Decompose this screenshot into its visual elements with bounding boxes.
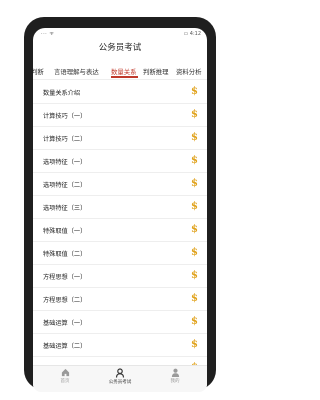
tab-quantitative[interactable]: 数量关系 xyxy=(111,67,137,76)
status-bar: ⋅⋅⋅ ᯤ ▭ 4:12 xyxy=(33,28,207,40)
list-item[interactable]: 选项特征（三） $ xyxy=(33,196,207,219)
list-item[interactable]: 基础运算（一） $ xyxy=(33,311,207,334)
list-item-label: 基础运算（一） xyxy=(43,320,87,327)
canvas: ⋅⋅⋅ ᯤ ▭ 4:12 公务员考试 判断 言语理解与表达 数量关系 判断推理 … xyxy=(0,0,240,400)
list-item[interactable]: 选项特征（一） $ xyxy=(33,150,207,173)
nav-profile-label: 我的 xyxy=(170,379,180,384)
dollar-icon: $ xyxy=(191,339,198,350)
bottom-nav: 首页 公务员考试 我的 xyxy=(33,365,207,392)
list-item-label: 计算技巧（一） xyxy=(43,113,87,120)
nav-home[interactable]: 首页 xyxy=(45,368,85,384)
home-icon xyxy=(61,368,69,377)
dollar-icon: $ xyxy=(191,293,198,304)
page-title: 公务员考试 xyxy=(98,43,142,53)
dollar-icon: $ xyxy=(191,132,198,143)
profile-icon xyxy=(171,368,179,377)
list-item[interactable]: 特殊取值（二） $ xyxy=(33,242,207,265)
list-item-label: 方程思想（一） xyxy=(43,274,87,281)
signal-icons: ⋅⋅⋅ ᯤ xyxy=(41,31,55,37)
list-item-label: 基础运算（二） xyxy=(43,343,87,350)
list-item-label: 特殊取值（二） xyxy=(43,251,87,258)
battery-time: ▭ 4:12 xyxy=(183,31,201,37)
list-item-label: 方程思想（二） xyxy=(43,297,87,304)
tab-judgment[interactable]: 判断 xyxy=(33,67,44,76)
dollar-icon: $ xyxy=(191,86,198,97)
dollar-icon: $ xyxy=(191,224,198,235)
list-item-label: 计算技巧（二） xyxy=(43,136,87,143)
list-item[interactable]: 计算技巧（二） $ xyxy=(33,127,207,150)
nav-profile[interactable]: 我的 xyxy=(155,368,195,384)
nav-home-label: 首页 xyxy=(60,379,70,384)
phone-screen: ⋅⋅⋅ ᯤ ▭ 4:12 公务员考试 判断 言语理解与表达 数量关系 判断推理 … xyxy=(33,28,207,392)
list-item[interactable]: 基础运算（二） $ xyxy=(33,334,207,357)
nav-exam[interactable]: 公务员考试 xyxy=(100,368,140,385)
list-item[interactable]: 数量关系介绍 $ xyxy=(33,81,207,104)
list-item[interactable]: 方程思想（二） $ xyxy=(33,288,207,311)
list-item-label: 选项特征（三） xyxy=(43,205,87,212)
list-item-label: 选项特征（二） xyxy=(43,182,87,189)
category-tabs: 判断 言语理解与表达 数量关系 判断推理 资料分析 xyxy=(33,65,207,80)
list-item[interactable]: 选项特征（二） $ xyxy=(33,173,207,196)
dollar-icon: $ xyxy=(191,316,198,327)
dollar-icon: $ xyxy=(191,155,198,166)
list-item-label: 特殊取值（一） xyxy=(43,228,87,235)
dollar-icon: $ xyxy=(191,178,198,189)
dollar-icon: $ xyxy=(191,247,198,258)
list-item-label: 数量关系介绍 xyxy=(43,90,81,97)
list-item-label: 选项特征（一） xyxy=(43,159,87,166)
lesson-list: 数量关系介绍 $ 计算技巧（一） $ 计算技巧（二） $ 选项特征（一） $ 选项特征（二） $ 选… xyxy=(33,81,207,380)
tab-reasoning[interactable]: 判断推理 xyxy=(143,67,169,76)
nav-exam-label: 公务员考试 xyxy=(108,380,132,385)
tab-verbal[interactable]: 言语理解与表达 xyxy=(54,67,99,76)
dollar-icon: $ xyxy=(191,201,198,212)
list-item[interactable]: 计算技巧（一） $ xyxy=(33,104,207,127)
tab-data-analysis[interactable]: 资料分析 xyxy=(176,67,202,76)
dollar-icon: $ xyxy=(191,270,198,281)
list-item[interactable]: 方程思想（一） $ xyxy=(33,265,207,288)
dollar-icon: $ xyxy=(191,109,198,120)
list-item[interactable]: 特殊取值（一） $ xyxy=(33,219,207,242)
active-tab-indicator xyxy=(111,76,138,78)
person-icon xyxy=(115,368,125,378)
